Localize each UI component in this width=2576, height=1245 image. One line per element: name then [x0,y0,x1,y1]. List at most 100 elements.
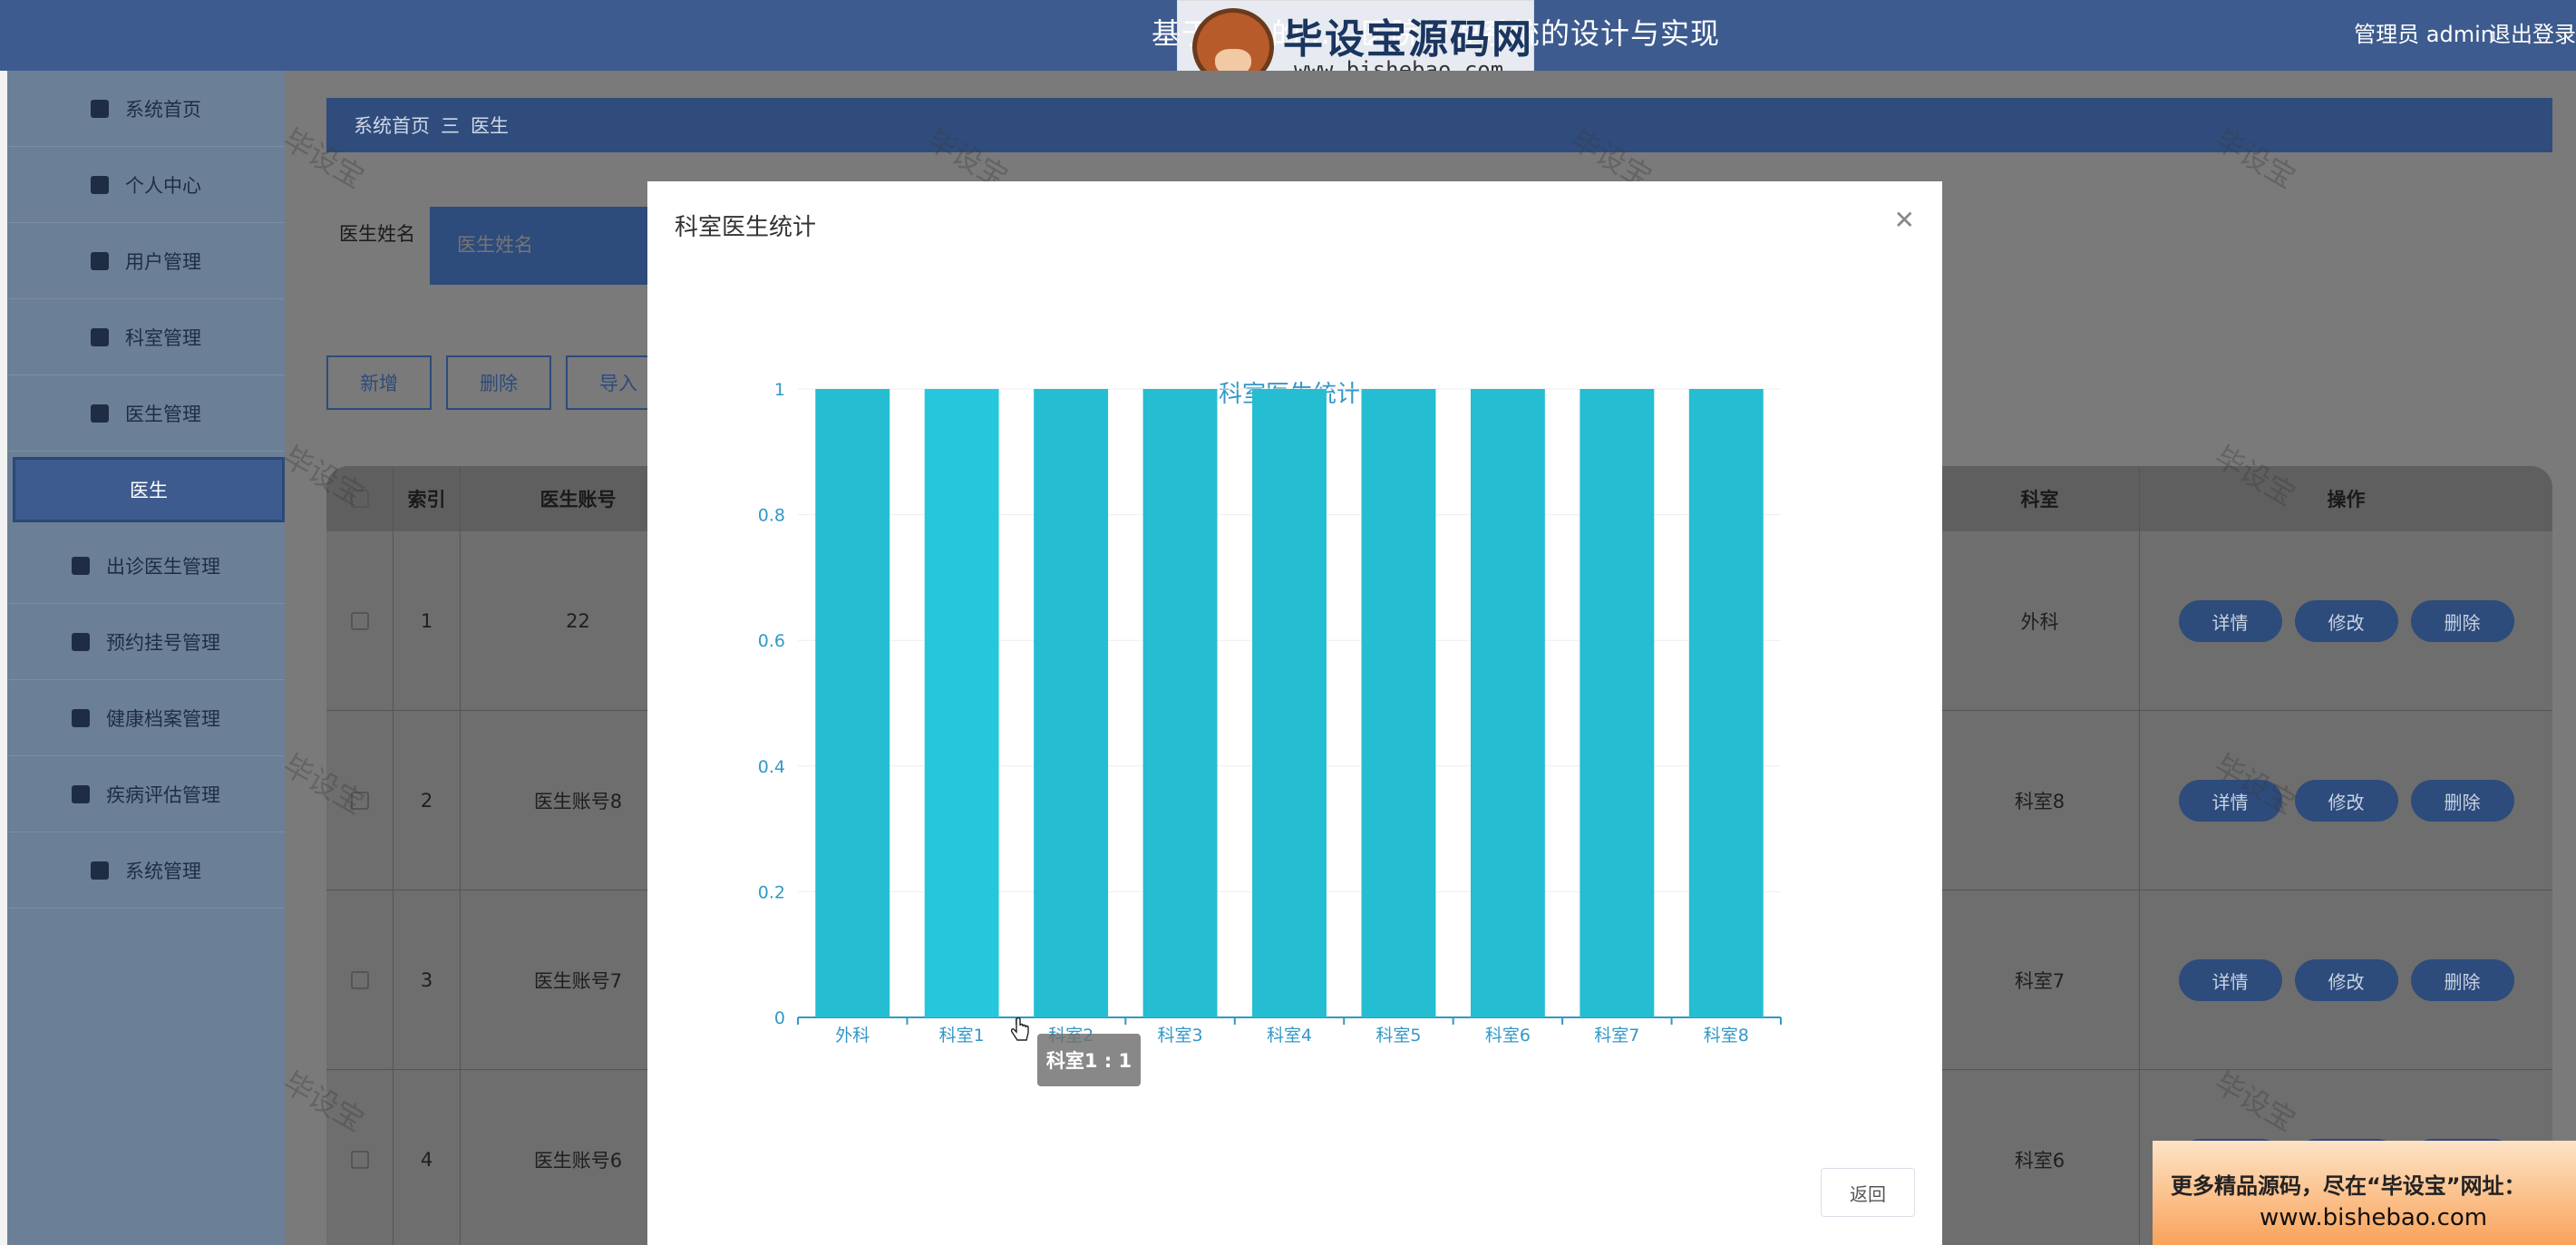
bar-6 [1470,389,1545,1017]
x-tick-label: 科室8 [1704,1026,1749,1046]
select-all-checkbox[interactable] [350,490,369,508]
sidebar-item-label: 个人中心 [125,174,201,197]
sidebar-item-0[interactable]: 系统首页 [7,71,285,147]
column-index: 索引 [394,466,461,531]
row-checkbox[interactable] [350,971,369,989]
y-tick-label: 0.6 [758,631,785,651]
clipboard-icon [91,861,109,880]
breadcrumb-current: 医生 [471,115,509,137]
sidebar-item-9[interactable]: 疾病评估管理 [7,756,285,832]
bar-5 [1361,389,1436,1017]
detail-button[interactable]: 详情 [2178,780,2282,822]
delete-button[interactable]: 删除 [2410,780,2514,822]
row-index: 3 [394,890,461,1070]
add-button[interactable]: 新增 [326,355,432,410]
sidebar-item-label: 健康档案管理 [106,707,220,730]
close-icon[interactable]: ✕ [1894,205,1915,235]
row-checkbox[interactable] [350,612,369,630]
sidebar-item-7[interactable]: 预约挂号管理 [7,604,285,680]
x-tick-label: 科室1 [939,1026,985,1046]
sidebar-item-label: 预约挂号管理 [106,631,220,654]
sidebar-item-8[interactable]: 健康档案管理 [7,680,285,756]
select-all-cell [326,466,394,531]
detail-button[interactable]: 详情 [2178,600,2282,642]
user-icon [91,175,109,194]
admin-label: 管理员 admin [2354,22,2494,47]
y-tick-label: 0.2 [758,882,785,902]
bar-4 [1252,389,1327,1017]
x-tick-label: 外科 [835,1026,870,1046]
sidebar-item-3[interactable]: 科室管理 [7,299,285,375]
x-tick-label: 科室5 [1375,1026,1421,1046]
sidebar-item-label: 医生管理 [125,403,201,425]
row-department: 科室8 [1940,711,2140,890]
row-select-cell [326,890,394,1070]
logo-name: 毕设宝源码网 [1283,16,1533,63]
sidebar-item-label: 系统首页 [125,98,201,121]
bar-3 [1142,389,1218,1017]
grid-icon [72,632,90,651]
logout-link[interactable]: 退出登录 [2489,16,2576,48]
briefcase-icon [72,784,90,803]
edit-button[interactable]: 修改 [2294,959,2398,1001]
department-doctor-bar-chart: 科室医生统计00.20.40.60.81外科科室1科室2科室3科室4科室5科室6… [758,380,1782,1046]
row-select-cell [326,1070,394,1245]
doctor-name-search-input[interactable] [430,207,656,285]
row-select-cell [326,531,394,711]
sidebar-item-label: 科室管理 [125,326,201,349]
batch-delete-button[interactable]: 删除 [446,355,551,410]
sidebar-item-label: 医生 [130,480,168,501]
sidebar-item-label: 疾病评估管理 [106,783,220,806]
row-actions: 详情修改删除 [2140,711,2552,890]
y-tick-label: 0.8 [758,506,785,526]
clipboard-icon [91,327,109,346]
sidebar-item-label: 出诊医生管理 [106,555,220,578]
sidebar-item-1[interactable]: 个人中心 [7,147,285,223]
sidebar-item-5[interactable]: 医生 [13,457,285,522]
row-checkbox[interactable] [350,1151,369,1169]
breadcrumb-home[interactable]: 系统首页 [354,112,430,139]
y-tick-label: 0.4 [758,757,785,777]
modal-title: 科室医生统计 [675,214,817,241]
sidebar-item-2[interactable]: 用户管理 [7,223,285,299]
row-select-cell [326,711,394,890]
row-department: 外科 [1940,531,2140,711]
y-tick-label: 0 [774,1008,785,1028]
row-index: 1 [394,531,461,711]
column-actions: 操作 [2327,489,2366,511]
briefcase-icon [91,251,109,270]
sidebar: 系统首页个人中心用户管理科室管理医生管理医生出诊医生管理 预约挂号管理 健康档案管理… [7,71,285,1245]
bar-8 [1688,389,1764,1017]
sidebar-item-label: 用户管理 [125,250,201,273]
x-tick-label: 科室3 [1158,1026,1203,1046]
sidebar-item-6[interactable]: 出诊医生管理 [7,528,285,604]
breadcrumb-separator: 三 [441,115,460,137]
edit-button[interactable]: 修改 [2294,600,2398,642]
bar-7 [1580,389,1655,1017]
row-index: 4 [394,1070,461,1245]
ad-line-1: 更多精品源码，尽在“毕设宝”网址： [2171,1173,2526,1199]
home-icon [91,99,109,118]
pin-icon [72,556,90,575]
row-actions: 详情修改删除 [2140,531,2552,711]
edit-button[interactable]: 修改 [2294,780,2398,822]
grid-icon [72,708,90,727]
x-tick-label: 科室6 [1485,1026,1531,1046]
row-actions: 详情修改删除 [2140,890,2552,1070]
row-index: 2 [394,711,461,890]
sidebar-item-10[interactable]: 系统管理 [7,832,285,909]
delete-button[interactable]: 删除 [2410,600,2514,642]
delete-button[interactable]: 删除 [2410,959,2514,1001]
x-tick-label: 科室7 [1594,1026,1639,1046]
bar-0 [815,389,890,1017]
back-button[interactable]: 返回 [1821,1168,1915,1217]
sidebar-item-label: 系统管理 [125,860,201,882]
hand-cursor-icon [1010,1017,1029,1041]
ad-banner[interactable]: 更多精品源码，尽在“毕设宝”网址： www.bishebao.com [2153,1141,2576,1245]
sidebar-item-4[interactable]: 医生管理 [7,375,285,452]
detail-button[interactable]: 详情 [2178,959,2282,1001]
column-department: 科室 [1940,466,2140,531]
bar-2 [1034,389,1109,1017]
row-checkbox[interactable] [350,792,369,810]
chart-tooltip: 科室1 : 1 [1037,1034,1141,1086]
